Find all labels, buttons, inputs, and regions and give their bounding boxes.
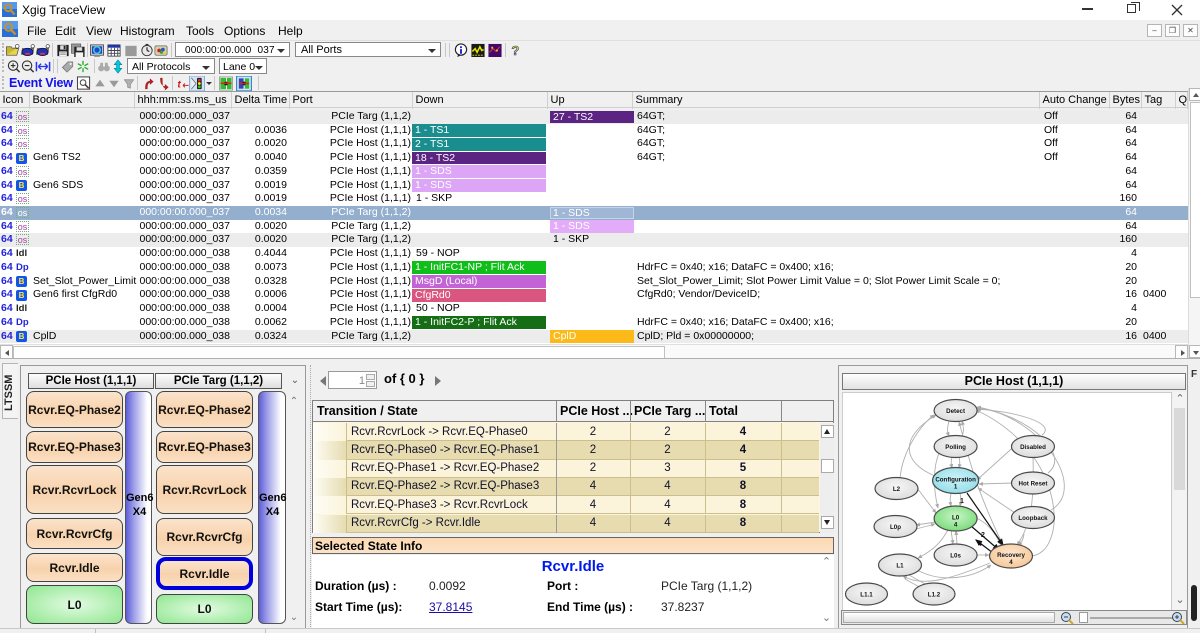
svg-text:L0: L0	[952, 515, 960, 522]
svg-text:Polling: Polling	[945, 444, 966, 451]
svg-text:2: 2	[981, 532, 985, 539]
svg-text:4: 4	[1009, 559, 1013, 566]
svg-text:t: t	[177, 79, 181, 90]
svg-text:4: 4	[978, 541, 982, 548]
svg-text:1: 1	[954, 484, 958, 491]
svg-text:L1: L1	[896, 563, 904, 570]
svg-text:?: ?	[511, 43, 519, 58]
svg-text:Detect: Detect	[946, 408, 965, 415]
svg-text:Disabled: Disabled	[1020, 444, 1046, 451]
svg-text:L1.1: L1.1	[860, 592, 873, 599]
svg-text:Loopback: Loopback	[1018, 515, 1048, 522]
svg-text:L0s: L0s	[950, 553, 961, 560]
svg-text:1: 1	[960, 498, 964, 505]
svg-text:4: 4	[954, 522, 958, 529]
svg-text:L0p: L0p	[890, 524, 901, 531]
svg-text:L1.2: L1.2	[928, 592, 941, 599]
svg-text:Configuration: Configuration	[935, 477, 976, 484]
svg-text:L2: L2	[893, 486, 901, 493]
svg-text:Hot Reset: Hot Reset	[1019, 481, 1048, 488]
svg-text:Recovery: Recovery	[997, 552, 1025, 559]
